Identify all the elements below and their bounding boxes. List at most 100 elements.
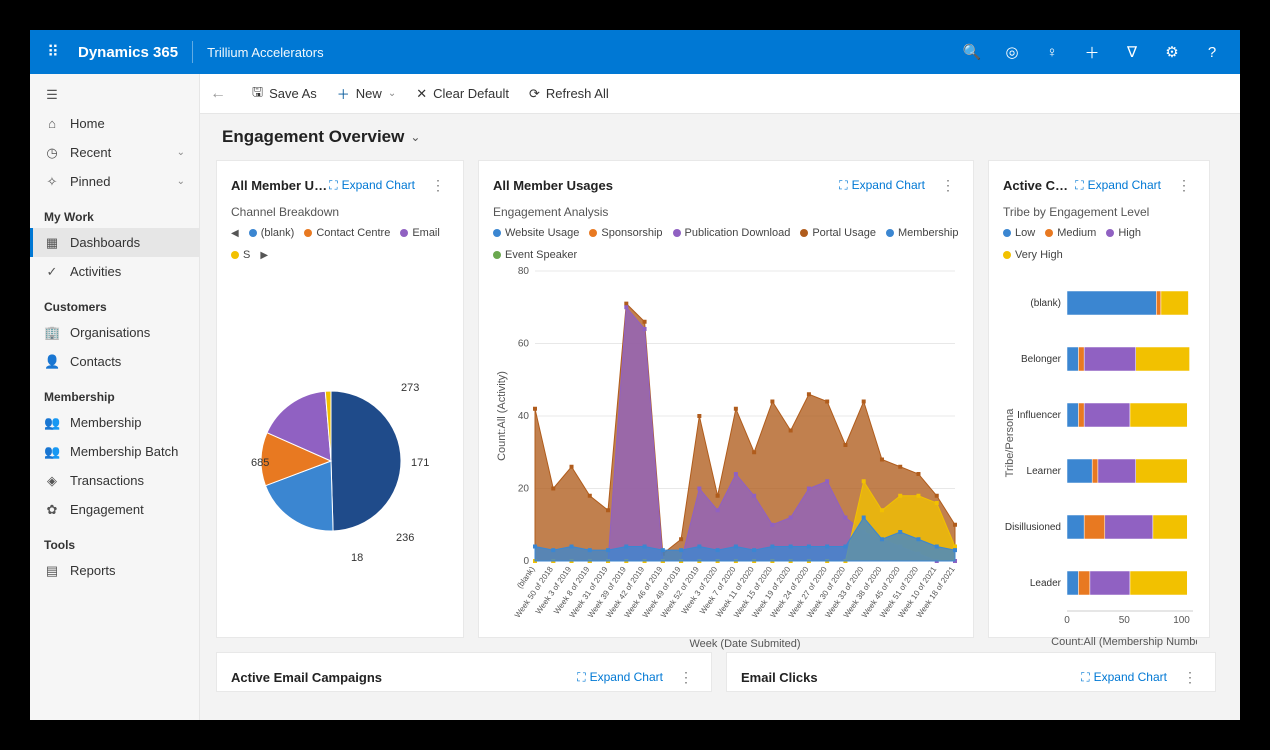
back-icon[interactable]: ← [210,85,226,103]
divider [192,41,193,63]
clear-default-button[interactable]: ✕Clear Default [416,86,509,102]
svg-text:Tribe/Persona: Tribe/Persona [1004,408,1016,478]
svg-text:0: 0 [1064,615,1070,626]
nav-icon: 👥 [44,444,60,460]
sidebar-section-my-work: My Work [30,196,199,228]
nav-icon: ◈ [44,473,60,489]
nav-icon: ⌂ [44,116,60,131]
svg-text:18: 18 [351,552,363,564]
nav-label: Activities [70,264,121,279]
card-channel-breakdown: All Member Usa... ⛶Expand Chart ⋮ Channe… [216,160,464,638]
sidebar-item-organisations[interactable]: 🏢Organisations [30,318,199,347]
sidebar-item-membership-batch[interactable]: 👥Membership Batch [30,437,199,466]
legend-item: High [1106,227,1141,239]
sidebar-item-contacts[interactable]: 👤Contacts [30,347,199,376]
more-icon[interactable]: ⋮ [1179,669,1201,686]
expand-chart-button[interactable]: ⛶Expand Chart [1075,178,1161,193]
sidebar-item-transactions[interactable]: ◈ Transactions [30,466,199,495]
expand-chart-button[interactable]: ⛶Expand Chart [1081,670,1167,685]
subbrand-label: Trillium Accelerators [197,45,334,60]
svg-text:(blank): (blank) [1030,298,1061,309]
filter-icon[interactable]: ∇ [1112,30,1152,74]
legend-item: Publication Download [673,227,791,239]
more-icon[interactable]: ⋮ [427,177,449,194]
nav-icon: ✧ [44,174,60,190]
card-engagement-analysis: All Member Usages ⛶Expand Chart ⋮ Engage… [478,160,974,638]
close-icon: ✕ [416,86,427,102]
brand-label: Dynamics 365 [68,44,188,61]
main: ← 🖫Save As ＋New⌄ ✕Clear Default ⟳Refresh… [200,74,1240,720]
search-icon[interactable]: 🔍 [952,30,992,74]
svg-text:20: 20 [518,484,530,495]
card-title: All Member Usa... [231,178,329,193]
sidebar-item-recent[interactable]: ◷Recent⌄ [30,138,199,167]
card-active-email: Active Email Campaigns ⛶Expand Chart ⋮ [216,652,712,692]
card-active-contacts: Active Contacts ⛶Expand Chart ⋮ Tribe by… [988,160,1210,638]
bar-chart: (blank)BelongerInfluencerLearnerDisillus… [1003,261,1197,651]
refresh-icon: ⟳ [529,86,540,102]
legend-item: Very High [1003,249,1063,261]
page-title[interactable]: Engagement Overview [222,127,404,147]
settings-icon[interactable]: ⚙ [1152,30,1192,74]
expand-icon: ⛶ [839,178,847,193]
sidebar-section-tools: Tools [30,524,199,556]
nav-label: Engagement [70,502,144,517]
command-bar: ← 🖫Save As ＋New⌄ ✕Clear Default ⟳Refresh… [200,74,1240,114]
chevron-down-icon[interactable]: ⌄ [410,130,420,144]
more-icon[interactable]: ⋮ [675,669,697,686]
svg-text:236: 236 [396,532,414,544]
card-title: Email Clicks [741,670,1081,685]
nav-label: Recent [70,145,111,160]
sidebar-item-dashboards[interactable]: ▦ Dashboards [30,228,199,257]
sidebar-item-home[interactable]: ⌂Home [30,109,199,138]
nav-icon: ✓ [44,264,60,280]
svg-text:Belonger: Belonger [1021,354,1062,365]
legend-item: Event Speaker [493,249,577,261]
sidebar-item-reports[interactable]: ▤Reports [30,556,199,585]
sidebar-item-activities[interactable]: ✓ Activities [30,257,199,286]
sidebar-item-pinned[interactable]: ✧ Pinned ⌄ [30,167,199,196]
nav-label: Transactions [70,473,144,488]
legend-next-icon[interactable]: ▶ [260,250,268,261]
topbar: ⠿ Dynamics 365 Trillium Accelerators 🔍 ◎… [30,30,1240,74]
refresh-button[interactable]: ⟳Refresh All [529,86,609,102]
more-icon[interactable]: ⋮ [937,177,959,194]
nav-label: Organisations [70,325,150,340]
svg-text:Week (Date Submited): Week (Date Submited) [689,638,800,650]
legend-item: S [231,249,250,261]
expand-chart-button[interactable]: ⛶Expand Chart [839,178,925,193]
nav-label: Pinned [70,174,110,189]
card-subtitle: Channel Breakdown [231,205,449,219]
save-as-button[interactable]: 🖫Save As [252,83,317,105]
task-icon[interactable]: ◎ [992,30,1032,74]
bars-legend: LowMediumHighVery High [1003,227,1195,261]
sidebar-section-membership: Membership [30,376,199,408]
page-title-bar: Engagement Overview ⌄ [200,114,1240,160]
expand-chart-button[interactable]: ⛶Expand Chart [577,670,663,685]
svg-text:60: 60 [518,339,530,350]
hamburger-icon[interactable]: ☰ [30,80,199,109]
sidebar-item-engagement[interactable]: ✿Engagement [30,495,199,524]
nav-icon: ▦ [44,235,60,251]
svg-text:Leader: Leader [1030,578,1062,589]
expand-icon: ⛶ [329,178,337,193]
sidebar: ☰ ⌂Home◷Recent⌄✧Pinned⌄ My Work▦Dashboar… [30,74,200,720]
chevron-down-icon: ⌄ [177,176,185,187]
help-icon[interactable]: ? [1192,30,1232,74]
chevron-down-icon: ⌄ [177,147,185,158]
card-title: All Member Usages [493,178,839,193]
add-icon[interactable]: ＋ [1072,30,1112,74]
expand-chart-button[interactable]: ⛶Expand Chart [329,178,415,193]
svg-text:40: 40 [518,411,530,422]
more-icon[interactable]: ⋮ [1173,177,1195,194]
nav-label: Dashboards [70,235,140,250]
nav-icon: 👥 [44,415,60,431]
new-button[interactable]: ＋New⌄ [337,84,396,103]
sidebar-item-membership[interactable]: 👥Membership [30,408,199,437]
idea-icon[interactable]: ♀ [1032,30,1072,74]
legend-item: (blank) [249,227,295,239]
legend-item: Email [400,227,440,239]
app-launcher-icon[interactable]: ⠿ [38,42,68,62]
svg-text:273: 273 [401,382,419,394]
legend-prev-icon[interactable]: ◀ [231,228,239,239]
